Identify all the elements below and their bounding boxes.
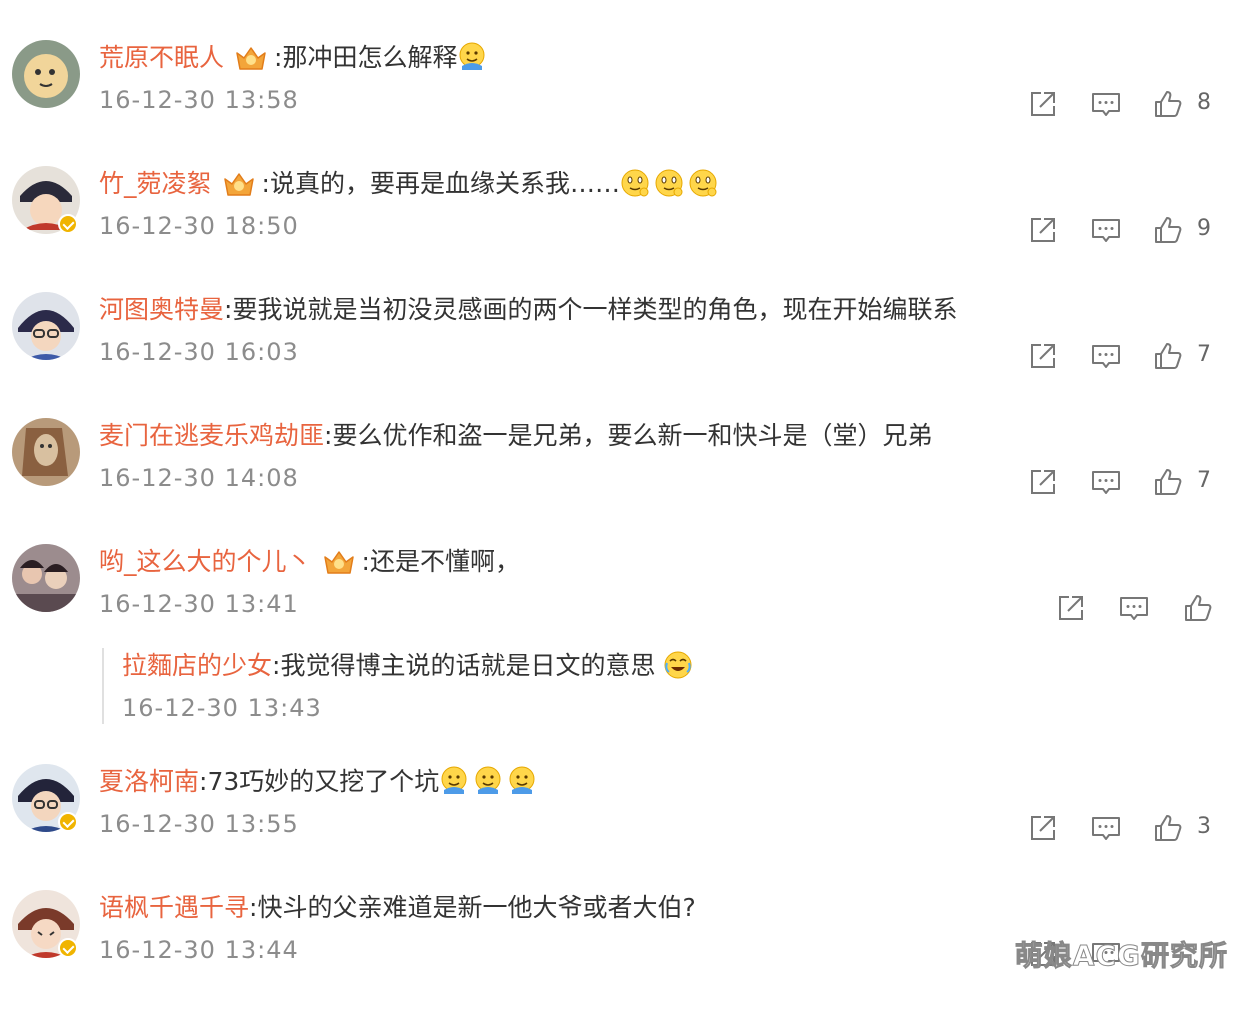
comment-line: 语枫千遇千寻:快斗的父亲难道是新一他大爷或者大伯? <box>99 890 696 926</box>
thumbs-up-icon[interactable] <box>1152 812 1184 844</box>
emoji-icon <box>507 766 537 796</box>
comment-text: :还是不懂啊， <box>361 547 520 576</box>
username-link[interactable]: 麦门在逃麦乐鸡劫匪 <box>99 421 324 450</box>
share-icon[interactable] <box>1027 88 1059 120</box>
timestamp: 16-12-30 18:50 <box>99 212 299 240</box>
verified-icon <box>58 938 78 958</box>
comment-icon[interactable] <box>1090 88 1122 120</box>
watermark: 萌娘ACG研究所 <box>1014 939 1228 973</box>
comment-line: 荒原不眠人 :那冲田怎么解释 <box>99 40 491 76</box>
comment-item: 麦门在逃麦乐鸡劫匪:要么优作和盗一是兄弟，要么新一和快斗是（堂）兄弟 16-12… <box>0 418 1242 544</box>
share-icon[interactable] <box>1027 214 1059 246</box>
emoji-icon <box>620 168 650 198</box>
like-count: 9 <box>1197 216 1211 241</box>
comment-item: 夏洛柯南:73巧妙的又挖了个坑 16-12-30 13:55 3 <box>0 764 1242 890</box>
thumbs-up-icon[interactable] <box>1152 340 1184 372</box>
like-count: 7 <box>1197 468 1211 493</box>
vip-crown-icon <box>322 549 356 575</box>
timestamp: 16-12-30 13:44 <box>99 936 299 964</box>
avatar[interactable] <box>12 292 80 360</box>
like-count: 8 <box>1197 90 1211 115</box>
username-link[interactable]: 语枫千遇千寻 <box>99 893 249 922</box>
reply-item: 拉麵店的少女:我觉得博主说的话就是日文的意思 16-12-30 13:43 <box>102 648 804 724</box>
comment-text: :要我说就是当初没灵感画的两个一样类型的角色，现在开始编联系 <box>224 295 958 324</box>
comment-icon[interactable] <box>1090 340 1122 372</box>
comment-icon[interactable] <box>1118 592 1150 624</box>
like-count: 3 <box>1197 814 1211 839</box>
comment-item: 河图奥特曼:要我说就是当初没灵感画的两个一样类型的角色，现在开始编联系 16-1… <box>0 292 1242 418</box>
username-link[interactable]: 竹_菀凌絮 <box>99 169 212 198</box>
reply-line: 拉麵店的少女:我觉得博主说的话就是日文的意思 <box>122 648 697 684</box>
comment-text: :要么优作和盗一是兄弟，要么新一和快斗是（堂）兄弟 <box>324 421 933 450</box>
avatar[interactable] <box>12 418 80 486</box>
comment-icon[interactable] <box>1090 466 1122 498</box>
comment-item: 竹_菀凌絮 :说真的，要再是血缘关系我…… 16-12-30 18:50 9 <box>0 166 1242 292</box>
share-icon[interactable] <box>1027 812 1059 844</box>
vip-crown-icon <box>222 171 256 197</box>
emoji-icon <box>654 168 684 198</box>
avatar[interactable] <box>12 544 80 612</box>
comment-item: 荒原不眠人 :那冲田怎么解释 16-12-30 13:58 8 <box>0 40 1242 166</box>
emoji-icon <box>663 650 693 680</box>
verified-icon <box>58 812 78 832</box>
share-icon[interactable] <box>1027 340 1059 372</box>
comment-line: 麦门在逃麦乐鸡劫匪:要么优作和盗一是兄弟，要么新一和快斗是（堂）兄弟 <box>99 418 932 454</box>
thumbs-up-icon[interactable] <box>1152 466 1184 498</box>
timestamp: 16-12-30 16:03 <box>99 338 299 366</box>
comment-line: 竹_菀凌絮 :说真的，要再是血缘关系我…… <box>99 166 722 202</box>
timestamp: 16-12-30 13:58 <box>99 86 299 114</box>
like-count: 7 <box>1197 342 1211 367</box>
comment-line: 夏洛柯南:73巧妙的又挖了个坑 <box>99 764 541 800</box>
comment-icon[interactable] <box>1090 812 1122 844</box>
share-icon[interactable] <box>1055 592 1087 624</box>
emoji-icon <box>473 766 503 796</box>
thumbs-up-icon[interactable] <box>1182 592 1214 624</box>
comment-text: :那冲田怎么解释 <box>274 43 458 72</box>
emoji-icon <box>439 766 469 796</box>
username-link[interactable]: 荒原不眠人 <box>99 43 224 72</box>
verified-icon <box>58 214 78 234</box>
timestamp: 16-12-30 14:08 <box>99 464 299 492</box>
comment-icon[interactable] <box>1090 214 1122 246</box>
timestamp: 16-12-30 13:55 <box>99 810 299 838</box>
emoji-icon <box>688 168 718 198</box>
comment-text: :快斗的父亲难道是新一他大爷或者大伯? <box>249 893 696 922</box>
username-link[interactable]: 河图奥特曼 <box>99 295 224 324</box>
emoji-icon <box>457 42 487 72</box>
timestamp: 16-12-30 13:41 <box>99 590 299 618</box>
comment-text: :说真的，要再是血缘关系我…… <box>261 169 620 198</box>
thumbs-up-icon[interactable] <box>1152 214 1184 246</box>
username-link[interactable]: 哟_这么大的个儿丶 <box>99 547 312 576</box>
reply-text: :我觉得博主说的话就是日文的意思 <box>272 651 656 680</box>
timestamp: 16-12-30 13:43 <box>122 694 322 722</box>
thumbs-up-icon[interactable] <box>1152 88 1184 120</box>
comment-line: 河图奥特曼:要我说就是当初没灵感画的两个一样类型的角色，现在开始编联系 <box>99 292 957 328</box>
comment-text: :73巧妙的又挖了个坑 <box>199 767 440 796</box>
vip-crown-icon <box>234 45 268 71</box>
username-link[interactable]: 夏洛柯南 <box>99 767 199 796</box>
share-icon[interactable] <box>1027 466 1059 498</box>
avatar[interactable] <box>12 40 80 108</box>
comment-line: 哟_这么大的个儿丶 :还是不懂啊， <box>99 544 520 580</box>
username-link[interactable]: 拉麵店的少女 <box>122 651 272 680</box>
